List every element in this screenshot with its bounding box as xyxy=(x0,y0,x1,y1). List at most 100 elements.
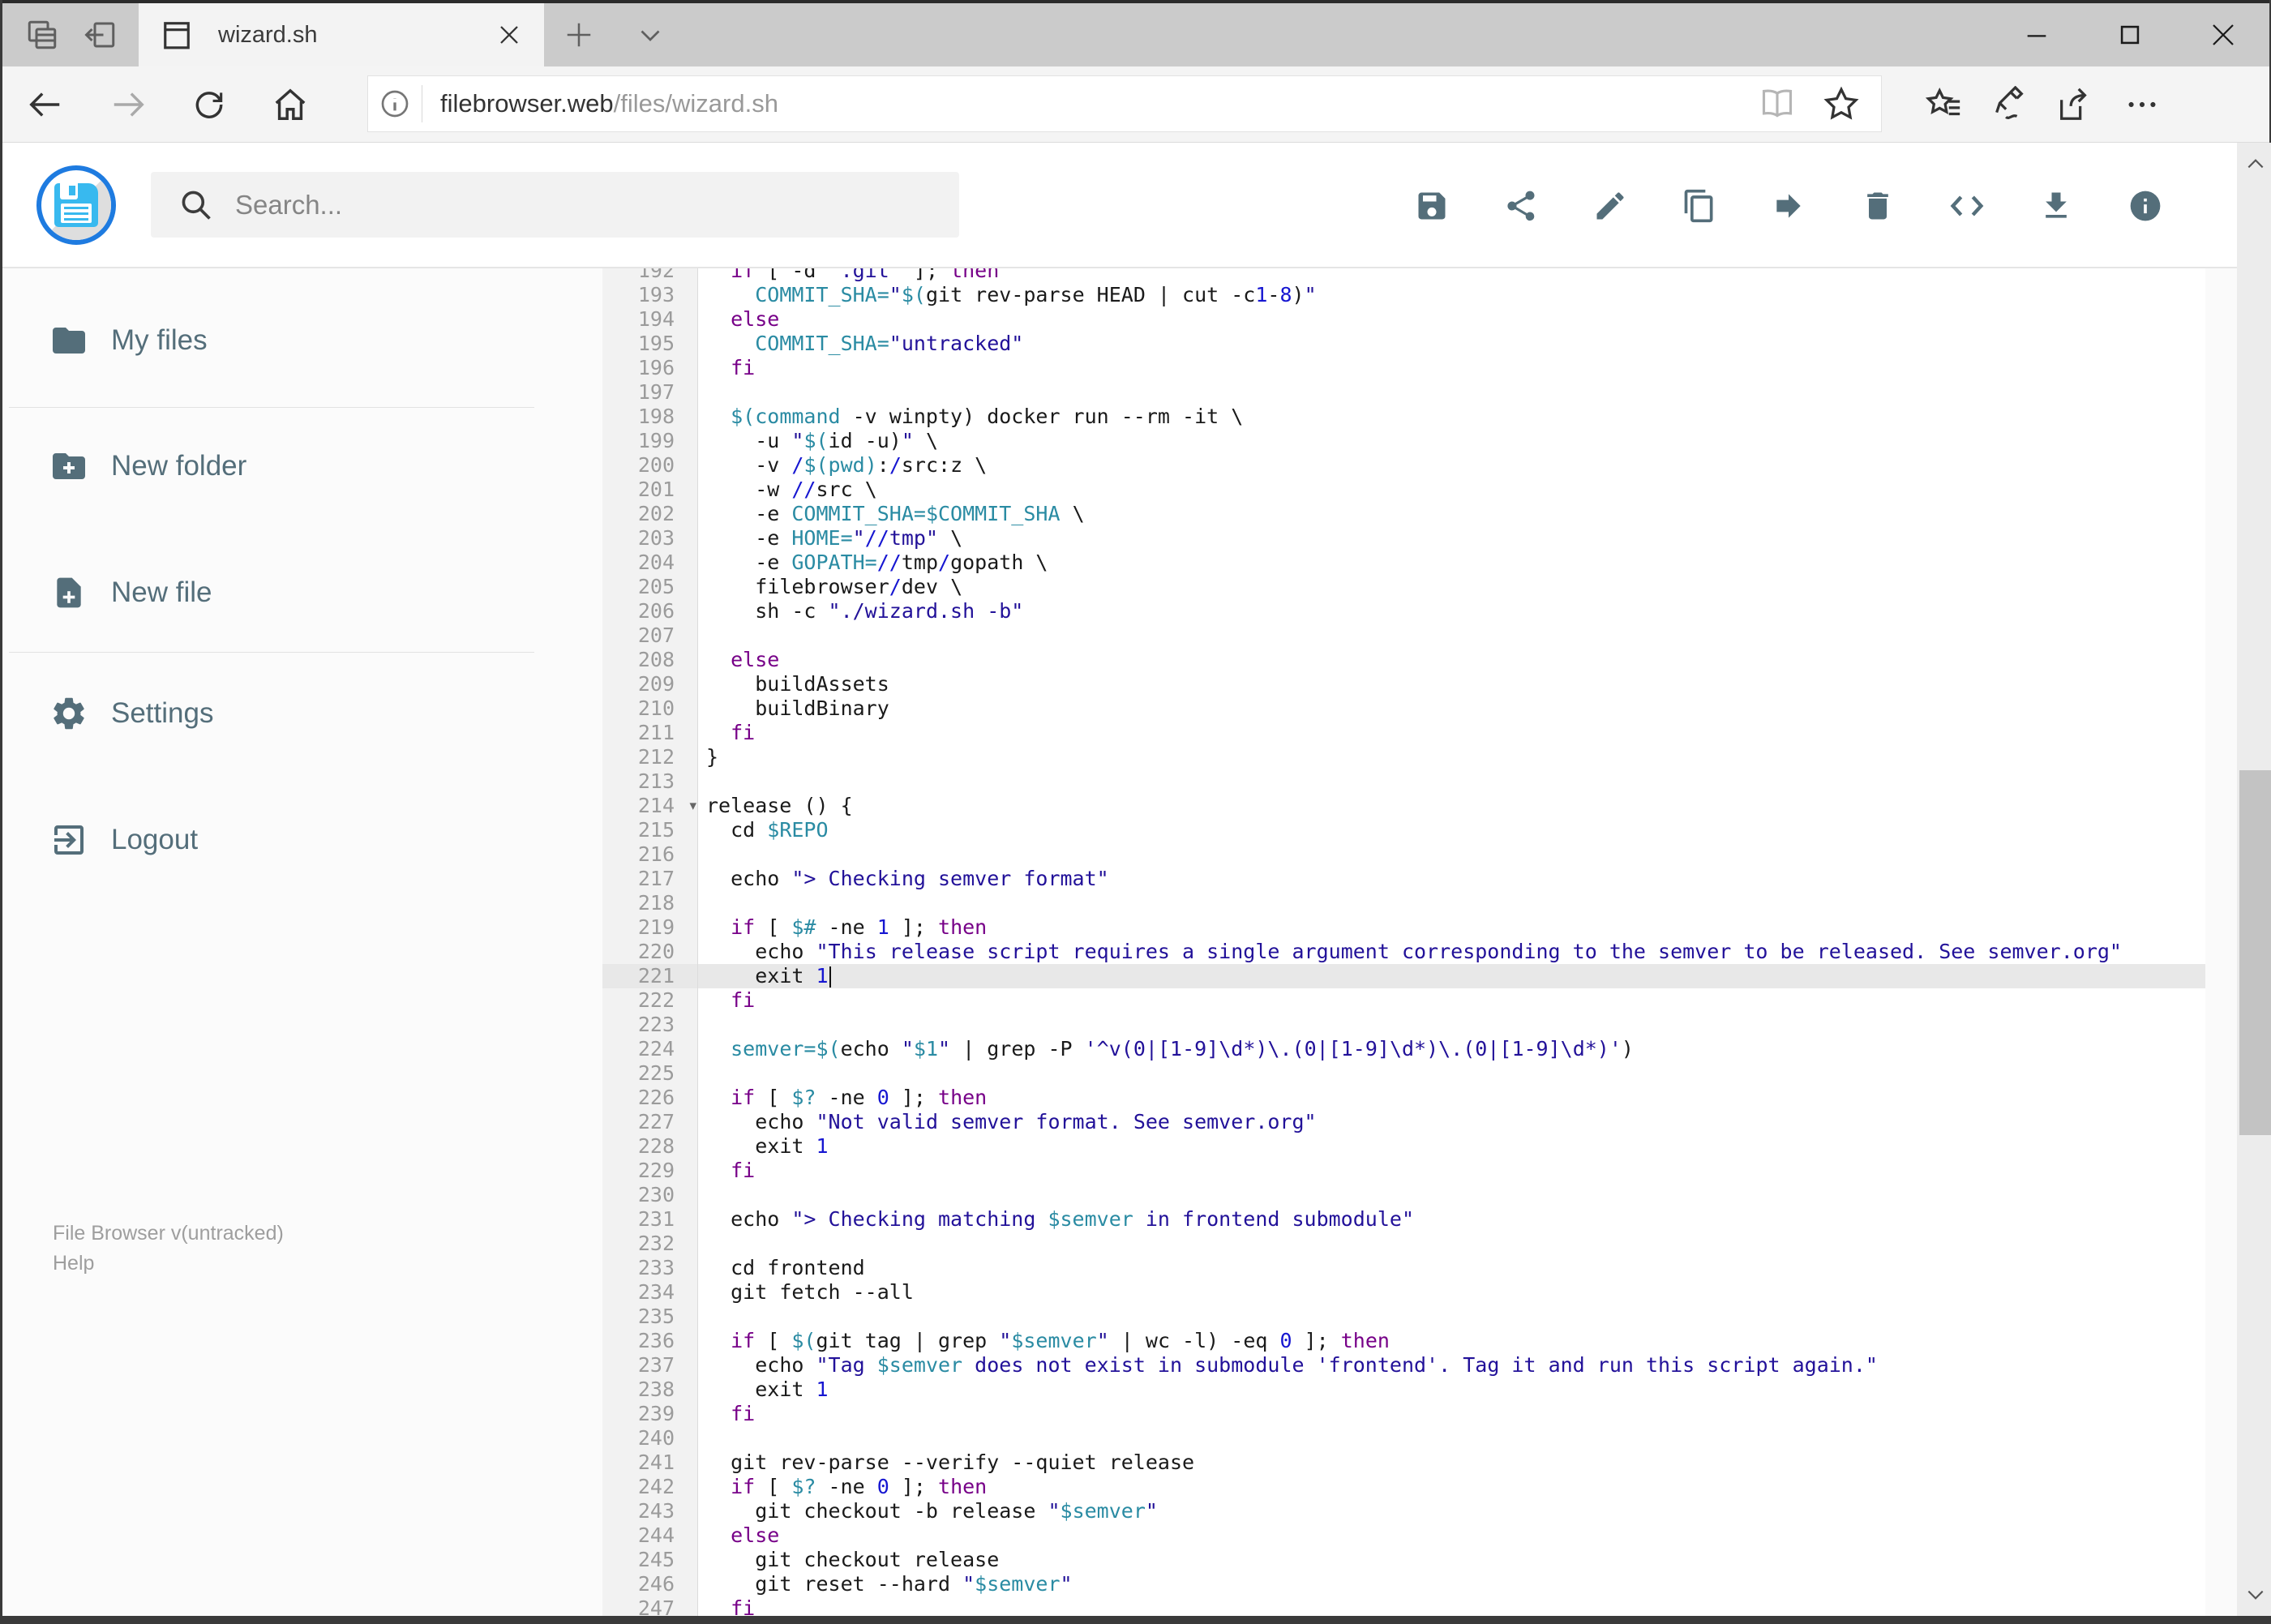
code-text[interactable]: $(command -v winpty) docker run --rm -it… xyxy=(698,405,1243,429)
search-input[interactable]: Search... xyxy=(151,172,959,238)
code-line[interactable]: 214 ▾ release () { xyxy=(602,794,2205,818)
code-text[interactable]: fi xyxy=(698,988,755,1013)
code-line[interactable]: 206 sh -c "./wizard.sh -b" xyxy=(602,599,2205,623)
close-window-button[interactable] xyxy=(2176,3,2269,66)
code-line[interactable]: 196 fi xyxy=(602,356,2205,380)
code-text[interactable] xyxy=(698,891,706,915)
code-line[interactable]: 211 fi xyxy=(602,721,2205,745)
code-text[interactable]: -w //src \ xyxy=(698,478,877,502)
code-line[interactable]: 236 if [ $(git tag | grep "$semver" | wc… xyxy=(602,1329,2205,1353)
code-line[interactable]: 230 xyxy=(602,1183,2205,1207)
code-text[interactable]: release () { xyxy=(698,794,853,818)
code-text[interactable]: if [ $? -ne 0 ]; then xyxy=(698,1086,987,1110)
url-text[interactable]: filebrowser.web/files/wizard.sh xyxy=(440,89,1759,118)
sidebar-item-new-file[interactable]: New file xyxy=(2,548,586,637)
code-text[interactable]: -e COMMIT_SHA=$COMMIT_SHA \ xyxy=(698,502,1084,526)
code-line[interactable]: 227 echo "Not valid semver format. See s… xyxy=(602,1110,2205,1134)
code-line[interactable]: 218 xyxy=(602,891,2205,915)
code-text[interactable]: echo "> Checking semver format" xyxy=(698,867,1109,891)
code-text[interactable]: if [ $(git tag | grep "$semver" | wc -l)… xyxy=(698,1329,1390,1353)
code-text[interactable]: if [ -d ".git" ]; then xyxy=(698,268,999,283)
code-text[interactable]: echo "> Checking matching $semver in fro… xyxy=(698,1207,1414,1232)
code-text[interactable] xyxy=(698,842,706,867)
code-line[interactable]: 193 COMMIT_SHA="$(git rev-parse HEAD | c… xyxy=(602,283,2205,307)
code-text[interactable]: else xyxy=(698,1523,779,1548)
download-button[interactable] xyxy=(2037,187,2075,225)
home-icon[interactable] xyxy=(255,66,325,142)
tab-close-icon[interactable] xyxy=(497,23,521,47)
code-line[interactable]: 200 -v /$(pwd):/src:z \ xyxy=(602,453,2205,478)
help-link[interactable]: Help xyxy=(53,1249,284,1279)
code-line[interactable]: 224 semver=$(echo "$1" | grep -P '^v(0|[… xyxy=(602,1037,2205,1061)
code-line[interactable]: 209 buildAssets xyxy=(602,672,2205,696)
code-text[interactable]: if [ $# -ne 1 ]; then xyxy=(698,915,987,940)
code-line[interactable]: 198 $(command -v winpty) docker run --rm… xyxy=(602,405,2205,429)
code-text[interactable] xyxy=(698,1013,706,1037)
code-line[interactable]: 219 if [ $# -ne 1 ]; then xyxy=(602,915,2205,940)
code-text[interactable] xyxy=(698,1183,706,1207)
filebrowser-logo[interactable] xyxy=(36,165,116,245)
code-line[interactable]: 235 xyxy=(602,1305,2205,1329)
code-text[interactable]: fi xyxy=(698,721,755,745)
code-line[interactable]: 202 -e COMMIT_SHA=$COMMIT_SHA \ xyxy=(602,502,2205,526)
maximize-button[interactable] xyxy=(2083,3,2176,66)
code-text[interactable]: cd frontend xyxy=(698,1256,865,1280)
code-text[interactable]: buildBinary xyxy=(698,696,889,721)
copy-button[interactable] xyxy=(1681,187,1718,225)
more-options-icon[interactable] xyxy=(2107,66,2177,142)
code-editor[interactable]: 192 if [ -d ".git" ]; then 193 COMMIT_SHA… xyxy=(602,268,2205,1616)
tabs-set-aside-icon[interactable] xyxy=(66,3,135,66)
code-line[interactable]: 223 xyxy=(602,1013,2205,1037)
code-line[interactable]: 201 -w //src \ xyxy=(602,478,2205,502)
code-line[interactable]: 207 xyxy=(602,623,2205,648)
code-line[interactable]: 204 -e GOPATH=//tmp/gopath \ xyxy=(602,551,2205,575)
code-text[interactable]: -e GOPATH=//tmp/gopath \ xyxy=(698,551,1048,575)
move-button[interactable] xyxy=(1770,187,1807,225)
new-tab-button[interactable] xyxy=(544,3,614,66)
code-line[interactable]: 194 else xyxy=(602,307,2205,332)
code-text[interactable]: if [ $? -ne 0 ]; then xyxy=(698,1475,987,1499)
code-line[interactable]: 215 cd $REPO xyxy=(602,818,2205,842)
tab-list-chevron-icon[interactable] xyxy=(615,3,685,66)
code-line[interactable]: 242 if [ $? -ne 0 ]; then xyxy=(602,1475,2205,1499)
code-line[interactable]: 213 xyxy=(602,769,2205,794)
code-text[interactable]: fi xyxy=(698,1402,755,1426)
site-info-icon[interactable] xyxy=(368,88,422,120)
ink-notes-icon[interactable] xyxy=(1974,66,2044,142)
code-line[interactable]: 221 exit 1 xyxy=(602,964,2205,988)
code-line[interactable]: 203 -e HOME="//tmp" \ xyxy=(602,526,2205,551)
forward-icon[interactable] xyxy=(93,66,163,142)
code-line[interactable]: 217 echo "> Checking semver format" xyxy=(602,867,2205,891)
scroll-down-icon[interactable] xyxy=(2237,1574,2271,1616)
code-text[interactable]: else xyxy=(698,307,779,332)
rename-button[interactable] xyxy=(1592,187,1629,225)
code-line[interactable]: 246 git reset --hard "$semver" xyxy=(602,1572,2205,1596)
code-text[interactable]: exit 1 xyxy=(698,964,831,988)
save-button[interactable] xyxy=(1413,187,1450,225)
code-line[interactable]: 233 cd frontend xyxy=(602,1256,2205,1280)
share-button[interactable] xyxy=(1502,187,1540,225)
code-line[interactable]: 240 xyxy=(602,1426,2205,1450)
code-text[interactable] xyxy=(698,1232,706,1256)
code-line[interactable]: 232 xyxy=(602,1232,2205,1256)
code-text[interactable]: -e HOME="//tmp" \ xyxy=(698,526,962,551)
code-line[interactable]: 228 exit 1 xyxy=(602,1134,2205,1159)
code-text[interactable]: fi xyxy=(698,1596,755,1616)
code-text[interactable]: git fetch --all xyxy=(698,1280,914,1305)
code-line[interactable]: 199 -u "$(id -u)" \ xyxy=(602,429,2205,453)
code-line[interactable]: 197 xyxy=(602,380,2205,405)
code-line[interactable]: 229 fi xyxy=(602,1159,2205,1183)
code-text[interactable]: git checkout release xyxy=(698,1548,999,1572)
code-line[interactable]: 241 git rev-parse --verify --quiet relea… xyxy=(602,1450,2205,1475)
code-line[interactable]: 205 filebrowser/dev \ xyxy=(602,575,2205,599)
code-text[interactable]: filebrowser/dev \ xyxy=(698,575,962,599)
code-line[interactable]: 192 if [ -d ".git" ]; then xyxy=(602,268,2205,283)
sidebar-item-new-folder[interactable]: New folder xyxy=(2,422,586,511)
code-text[interactable] xyxy=(698,380,706,405)
code-text[interactable]: git checkout -b release "$semver" xyxy=(698,1499,1158,1523)
address-bar[interactable]: filebrowser.web/files/wizard.sh xyxy=(367,75,1882,132)
code-line[interactable]: 244 else xyxy=(602,1523,2205,1548)
code-text[interactable]: } xyxy=(698,745,718,769)
code-line[interactable]: 243 git checkout -b release "$semver" xyxy=(602,1499,2205,1523)
code-text[interactable]: exit 1 xyxy=(698,1134,828,1159)
